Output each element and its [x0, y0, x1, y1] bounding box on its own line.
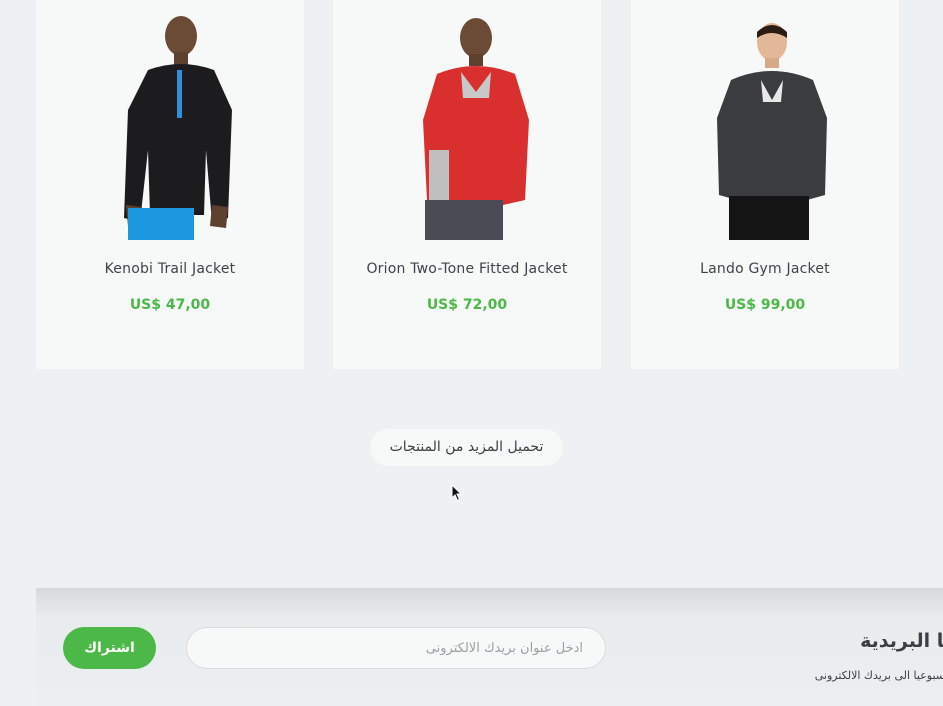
product-price: US$ 72,00 — [426, 297, 508, 313]
product-image[interactable] — [631, 0, 899, 240]
product-image[interactable] — [36, 0, 304, 240]
product-card[interactable]: Kenobi Trail Jacket US$ 47,00 — [36, 0, 304, 369]
product-name[interactable]: Orion Two-Tone Fitted Jacket — [333, 261, 601, 277]
product-name[interactable]: Lando Gym Jacket — [631, 261, 899, 277]
load-more-button[interactable]: تحميل المزيد من المنتجات — [370, 429, 563, 466]
product-card[interactable]: Lando Gym Jacket US$ 99,00 — [631, 0, 899, 369]
page: Kenobi Trail Jacket US$ 47,00 Orion Two-… — [0, 0, 943, 706]
product-card[interactable]: Orion Two-Tone Fitted Jacket US$ 72,00 — [333, 0, 601, 369]
subscribe-button[interactable]: اشتراك — [63, 627, 156, 669]
email-input[interactable] — [186, 627, 606, 669]
product-price: US$ 47,00 — [129, 297, 211, 313]
newsletter-title: نا البريدية — [860, 630, 943, 652]
mouse-cursor-icon — [451, 484, 463, 502]
product-price: US$ 99,00 — [724, 297, 806, 313]
product-image[interactable] — [333, 0, 601, 240]
newsletter-description: سبوعيا الى بريدك الالكترونى — [814, 669, 943, 682]
product-name[interactable]: Kenobi Trail Jacket — [36, 261, 304, 277]
